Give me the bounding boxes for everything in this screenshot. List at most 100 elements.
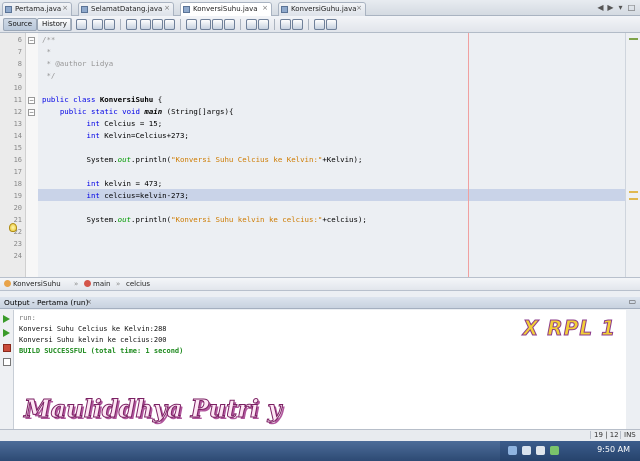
close-icon[interactable]: ×: [62, 4, 68, 12]
shift-right-icon[interactable]: [258, 19, 269, 30]
code-line: public class KonversiSuhu {: [42, 95, 163, 104]
output-line: Konversi Suhu Celcius ke Kelvin:288: [19, 325, 167, 333]
battery-icon[interactable]: [550, 446, 559, 455]
network-icon[interactable]: [522, 446, 531, 455]
stop-icon[interactable]: [3, 344, 11, 352]
maximize-icon[interactable]: □: [627, 3, 636, 13]
toolbar-separator: [240, 19, 241, 30]
line-number: 11: [13, 96, 22, 104]
tab-selamatdatang[interactable]: SelamatDatang.java ×: [78, 2, 174, 16]
code-editor[interactable]: /** * * @author Lidya */ public class Ko…: [38, 33, 625, 277]
warning-mark[interactable]: [629, 198, 638, 200]
tab-label: KonversiSuhu.java: [193, 5, 258, 13]
toggle-rect-selection-icon[interactable]: [186, 19, 197, 30]
close-icon[interactable]: ×: [86, 298, 92, 306]
comment-icon[interactable]: [314, 19, 325, 30]
code-line: public static void main (String[]args){: [59, 107, 234, 116]
uncomment-icon[interactable]: [326, 19, 337, 30]
tab-konversiguhu[interactable]: KonversiGuhu.java ×: [278, 2, 366, 16]
code-line: /**: [42, 35, 56, 44]
stop-macro-icon[interactable]: [292, 19, 303, 30]
line-number-gutter: 6 7 8 9 10 11 12 13 14 15 16 17 18 20 21…: [0, 33, 26, 277]
warning-mark[interactable]: [629, 191, 638, 193]
breadcrumb-item-variable[interactable]: celcius: [126, 280, 150, 288]
output-line: run:: [19, 314, 36, 322]
tab-label: KonversiGuhu.java: [291, 5, 357, 13]
breadcrumb-separator: »: [74, 280, 79, 288]
line-number: 14: [13, 132, 22, 140]
tab-konversisuhu[interactable]: KonversiSuhu.java ×: [180, 2, 272, 17]
java-file-icon: [81, 6, 88, 13]
code-line: */: [42, 71, 56, 80]
close-icon[interactable]: ×: [356, 4, 362, 12]
code-line: int celcius=kelvin-273;: [86, 191, 189, 200]
previous-bookmark-icon[interactable]: [200, 19, 211, 30]
line-number: 8: [17, 60, 22, 68]
output-header: Output - Pertama (run) × ▭: [0, 297, 640, 309]
line-number: 16: [13, 156, 22, 164]
rerun-with-params-icon[interactable]: [3, 329, 10, 337]
line-number: 12: [13, 108, 22, 116]
error-stripe[interactable]: [625, 33, 640, 277]
toolbar-separator: [308, 19, 309, 30]
close-icon[interactable]: ×: [262, 4, 268, 12]
fold-toggle-icon[interactable]: −: [28, 109, 35, 116]
author-name-overlay: Mauliddhya Putri y: [23, 394, 282, 424]
right-margin-line: [468, 33, 469, 277]
hint-bulb-icon[interactable]: [9, 223, 17, 232]
toolbar-separator: [70, 19, 71, 30]
scroll-left-icon[interactable]: ◀: [596, 3, 605, 13]
shift-left-icon[interactable]: [246, 19, 257, 30]
editor-toolbar: Source History: [0, 16, 640, 33]
insert-mode: INS: [620, 431, 636, 439]
fold-column: − − −: [26, 33, 38, 277]
clock[interactable]: 9:50 AM: [597, 445, 630, 454]
fold-toggle-icon[interactable]: −: [28, 37, 35, 44]
java-file-icon: [183, 6, 190, 13]
code-line: int Celcius = 15;: [86, 119, 163, 128]
line-number: 20: [13, 204, 22, 212]
toolbar-separator: [120, 19, 121, 30]
find-previous-icon[interactable]: [140, 19, 151, 30]
ide-window: Pertama.java × SelamatDatang.java × Konv…: [0, 0, 640, 461]
toggle-highlight-icon[interactable]: [164, 19, 175, 30]
source-button[interactable]: Source: [3, 18, 38, 31]
next-bookmark-icon[interactable]: [212, 19, 223, 30]
line-number: 6: [17, 36, 22, 44]
line-number: 19: [13, 192, 22, 200]
find-next-icon[interactable]: [152, 19, 163, 30]
rerun-icon[interactable]: [3, 315, 10, 323]
toggle-bookmark-icon[interactable]: [224, 19, 235, 30]
back-icon[interactable]: [92, 19, 103, 30]
history-button[interactable]: History: [37, 18, 72, 31]
last-edit-icon[interactable]: [76, 19, 87, 30]
breadcrumb-item-method[interactable]: main: [84, 280, 111, 288]
line-number: 13: [13, 120, 22, 128]
line-number: 7: [17, 48, 22, 56]
clear-output-icon[interactable]: [3, 358, 11, 366]
code-line: *: [42, 47, 51, 56]
show-hidden-icons-icon[interactable]: [508, 446, 517, 455]
output-line: Konversi Suhu kelvin ke celcius:200: [19, 336, 167, 344]
toolbar-separator: [274, 19, 275, 30]
scroll-right-icon[interactable]: ▶: [606, 3, 615, 13]
start-macro-icon[interactable]: [280, 19, 291, 30]
tab-list-icon[interactable]: ▾: [616, 3, 625, 13]
forward-icon[interactable]: [104, 19, 115, 30]
class-watermark: X RPL 1: [522, 316, 616, 341]
tab-pertama[interactable]: Pertama.java ×: [2, 2, 72, 16]
fold-toggle-icon[interactable]: −: [28, 97, 35, 104]
code-line: int kelvin = 473;: [86, 179, 163, 188]
close-icon[interactable]: ×: [164, 4, 170, 12]
status-bar: 19 | 12 INS: [0, 429, 640, 441]
find-icon[interactable]: [126, 19, 137, 30]
volume-icon[interactable]: [536, 446, 545, 455]
output-title[interactable]: Output - Pertama (run): [4, 298, 89, 307]
breadcrumb-item-class[interactable]: KonversiSuhu: [4, 280, 61, 288]
status-ok-icon: [629, 38, 638, 40]
java-file-icon: [5, 6, 12, 13]
minimize-icon[interactable]: ▭: [628, 297, 636, 306]
code-line: System.out.println("Konversi Suhu kelvin…: [86, 215, 367, 224]
line-number: 18: [13, 180, 22, 188]
line-number: 17: [13, 168, 22, 176]
